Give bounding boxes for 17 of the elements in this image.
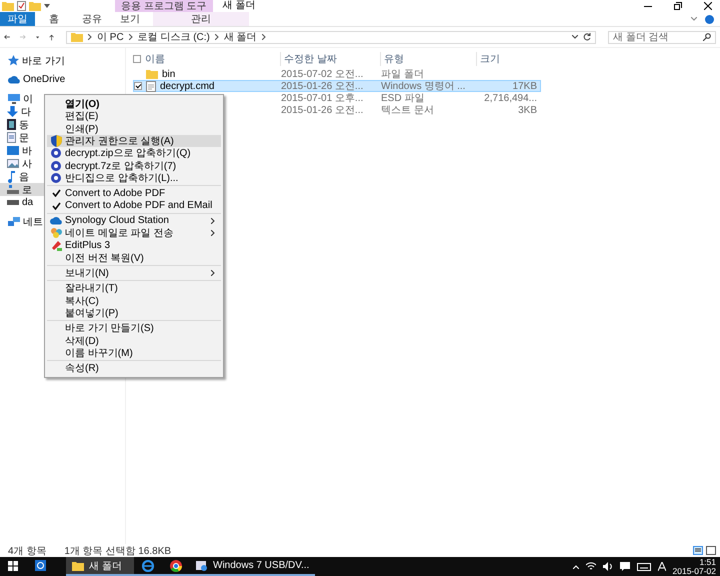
type-cell-text: ESD 파일 [381,92,426,105]
date-cell-text: 2015-07-02 오전... [281,68,364,81]
date-cell-text: 2015-01-26 오전... [281,80,364,93]
item-count: 4개 항목 [8,544,46,558]
date-cell-text: 2015-07-01 오후... [281,92,364,105]
size-cell-text: 2,716,494... [483,92,538,104]
date-cell-text: 2015-01-26 오전... [281,104,364,117]
size-cell-text: 17KB [512,80,538,92]
file-name: decrypt.cmd [160,80,214,92]
selection-info: 1개 항목 선택함 16.8KB [64,544,172,558]
type-cell-text: 파일 폴더 [381,68,425,81]
type-cell-text: Windows 명령어 ... [381,80,466,93]
type-cell-text: 텍스트 문서 [381,104,435,117]
file-name: bin [162,68,176,80]
size-cell-text: 3KB [517,104,538,116]
window-title: 새 폴더 [222,0,256,12]
context-tab-group: 응용 프로그램 도구 [115,0,213,12]
